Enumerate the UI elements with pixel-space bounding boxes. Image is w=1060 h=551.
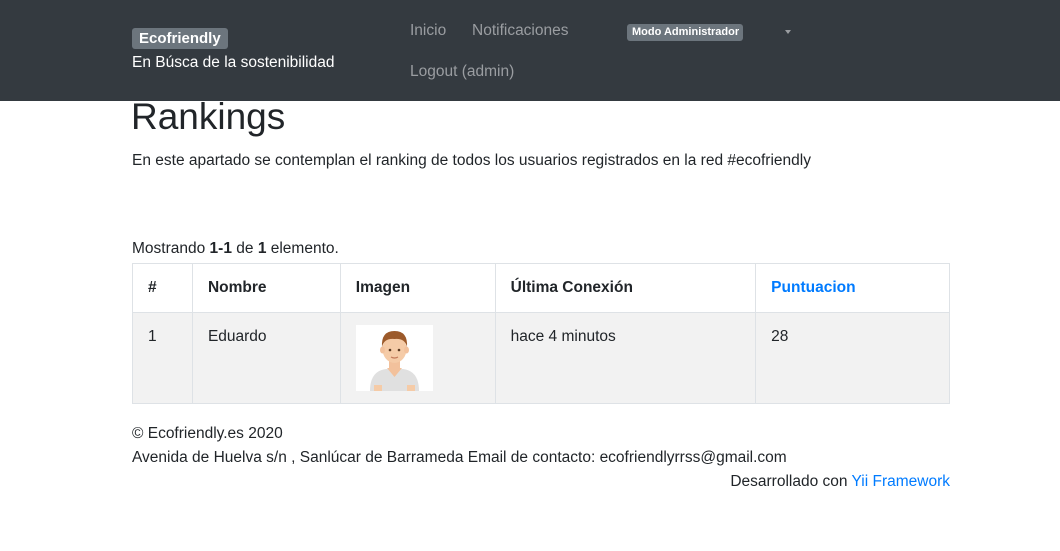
cell-name: Eduardo bbox=[191, 312, 341, 404]
column-header-imagen: Imagen bbox=[339, 263, 496, 313]
nav-inicio-link[interactable]: Inicio bbox=[410, 22, 446, 40]
cell-score: 28 bbox=[755, 312, 950, 404]
footer-address: Avenida de Huelva s/n , Sanlúcar de Barr… bbox=[132, 449, 787, 466]
admin-mode-dropdown[interactable]: Modo Administrador bbox=[627, 24, 744, 41]
grid-summary: Mostrando 1-1 de 1 elemento. bbox=[132, 240, 339, 257]
male-avatar-icon bbox=[355, 325, 433, 391]
column-header-puntuacion-sort-link[interactable]: Puntuacion bbox=[755, 263, 950, 313]
brand-logo[interactable]: Ecofriendly bbox=[132, 28, 228, 49]
table-row: 1 Eduardo hace 4 minutos 28 bbox=[132, 312, 950, 404]
page-title: Rankings bbox=[131, 96, 286, 137]
top-navbar: Ecofriendly En Búsca de la sostenibilida… bbox=[0, 0, 1060, 101]
column-header-nombre: Nombre bbox=[191, 263, 341, 313]
nav-notificaciones-link[interactable]: Notificaciones bbox=[472, 22, 569, 40]
logout-link[interactable]: Logout (admin) bbox=[410, 63, 514, 81]
brand-tagline: En Búsca de la sostenibilidad bbox=[132, 54, 335, 71]
cell-last-connection: hace 4 minutos bbox=[494, 312, 757, 404]
caret-down-icon[interactable] bbox=[785, 30, 791, 34]
cell-index: 1 bbox=[132, 312, 193, 404]
column-header-index: # bbox=[132, 263, 193, 313]
yii-framework-link[interactable]: Yii Framework bbox=[852, 473, 950, 490]
rankings-table: # Nombre Imagen Última Conexión Puntuaci… bbox=[132, 263, 950, 404]
footer-developed-by: Desarrollado con Yii Framework bbox=[730, 473, 950, 490]
page-description: En este apartado se contemplan el rankin… bbox=[132, 152, 811, 169]
footer-copyright: © Ecofriendly.es 2020 bbox=[132, 425, 283, 442]
column-header-ultima-conexion: Última Conexión bbox=[494, 263, 757, 313]
cell-image bbox=[339, 312, 496, 404]
table-header-row: # Nombre Imagen Última Conexión Puntuaci… bbox=[132, 263, 950, 313]
